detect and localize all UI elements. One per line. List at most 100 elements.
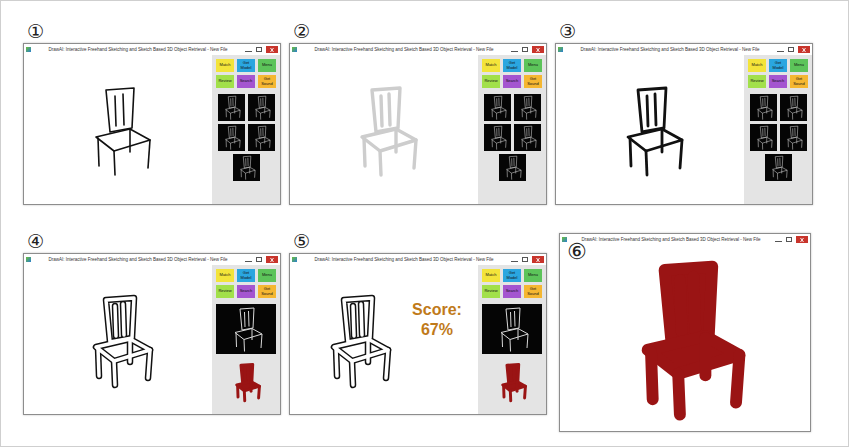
toolbar-button[interactable]: Get Model <box>503 269 521 282</box>
toolbar-button[interactable]: Get Sound <box>258 285 276 298</box>
thumbnail-grid <box>482 94 542 181</box>
sketch-canvas[interactable] <box>24 265 212 414</box>
app-icon <box>562 237 567 242</box>
toolbar-button[interactable]: Menu <box>790 59 808 72</box>
figure-panel: ②DrawAI: Interactive Freehand Sketching … <box>289 19 547 205</box>
minimize-icon[interactable] <box>775 237 782 242</box>
toolbar-button[interactable]: Search <box>237 75 255 88</box>
thumbnail[interactable] <box>484 124 511 151</box>
toolbar-button[interactable]: Review <box>748 75 766 88</box>
window-title: DrawAI: Interactive Freehand Sketching a… <box>565 47 775 52</box>
app-window: DrawAI: Interactive Freehand Sketching a… <box>289 253 547 415</box>
chair-edge-icon <box>248 94 275 121</box>
minimize-icon[interactable] <box>511 47 518 52</box>
toolbar-button[interactable]: Review <box>216 75 234 88</box>
toolbar-button[interactable]: Menu <box>258 59 276 72</box>
toolbar-button[interactable]: Get Model <box>237 59 255 72</box>
toolbar-button[interactable]: Match <box>482 269 500 282</box>
figure-panel: ④DrawAI: Interactive Freehand Sketching … <box>23 229 281 415</box>
thumbnail-grid <box>748 94 808 181</box>
close-x-icon <box>267 257 277 263</box>
app-icon <box>26 47 31 52</box>
toolbar-button[interactable]: Menu <box>524 269 542 282</box>
toolbar-button[interactable]: Match <box>482 59 500 72</box>
thumbnail[interactable] <box>484 94 511 121</box>
maximize-icon[interactable] <box>522 257 528 262</box>
panel-number: ⑥ <box>563 239 587 265</box>
score-label: Score: <box>412 300 462 319</box>
maximize-icon[interactable] <box>788 47 794 52</box>
match-thumbnail[interactable] <box>216 304 276 354</box>
minimize-icon[interactable] <box>511 257 518 262</box>
sketch-canvas[interactable] <box>290 55 478 204</box>
chair-model-icon[interactable] <box>225 358 267 406</box>
toolbar-button[interactable]: Review <box>482 285 500 298</box>
minimize-icon[interactable] <box>245 257 252 262</box>
toolbar-button[interactable]: Match <box>216 59 234 72</box>
thumbnail[interactable] <box>514 94 541 121</box>
maximize-icon[interactable] <box>522 47 528 52</box>
chair-model-icon <box>600 253 770 423</box>
toolbar-button[interactable]: Match <box>748 59 766 72</box>
thumbnail[interactable] <box>233 154 260 181</box>
thumbnail[interactable] <box>218 94 245 121</box>
thumbnail[interactable] <box>499 154 526 181</box>
thumbnail[interactable] <box>750 124 777 151</box>
toolbar-button[interactable]: Menu <box>258 269 276 282</box>
toolbar-button[interactable]: Get Sound <box>258 75 276 88</box>
chair-sketch-icon <box>68 290 168 390</box>
thumbnail[interactable] <box>514 124 541 151</box>
chair-edge-icon <box>765 154 792 181</box>
thumbnail[interactable] <box>750 94 777 121</box>
maximize-icon[interactable] <box>256 47 262 52</box>
close-icon[interactable] <box>532 46 544 53</box>
chair-edge-icon <box>514 94 541 121</box>
toolbar-button[interactable]: Get Sound <box>790 75 808 88</box>
sketch-canvas[interactable]: Score:67% <box>290 265 478 414</box>
close-icon[interactable] <box>266 256 278 263</box>
sidebar: MatchGet ModelMenu ReviewSearchGet Sound <box>478 55 546 204</box>
toolbar-button[interactable]: Search <box>237 285 255 298</box>
match-thumbnail[interactable] <box>482 304 542 354</box>
sketch-canvas[interactable] <box>24 55 212 204</box>
model-viewer[interactable] <box>560 245 810 431</box>
close-x-icon <box>533 47 543 53</box>
toolbar-button[interactable]: Menu <box>524 59 542 72</box>
toolbar-button[interactable]: Search <box>503 75 521 88</box>
toolbar-button[interactable]: Search <box>503 285 521 298</box>
close-icon[interactable] <box>532 256 544 263</box>
toolbar-button[interactable]: Get Sound <box>524 75 542 88</box>
toolbar-button[interactable]: Get Model <box>503 59 521 72</box>
minimize-icon[interactable] <box>245 47 252 52</box>
toolbar-button[interactable]: Get Sound <box>524 285 542 298</box>
maximize-icon[interactable] <box>786 237 792 242</box>
thumbnail[interactable] <box>218 124 245 151</box>
close-icon[interactable] <box>266 46 278 53</box>
toolbar-button[interactable]: Search <box>769 75 787 88</box>
maximize-icon[interactable] <box>256 257 262 262</box>
button-grid: MatchGet ModelMenu ReviewSearchGet Sound <box>482 59 542 88</box>
thumbnail[interactable] <box>248 124 275 151</box>
close-icon[interactable] <box>798 46 810 53</box>
toolbar-button[interactable]: Get Model <box>769 59 787 72</box>
close-icon[interactable] <box>796 236 808 243</box>
thumbnail[interactable] <box>780 94 807 121</box>
toolbar-button[interactable]: Match <box>216 269 234 282</box>
toolbar-button[interactable]: Review <box>216 285 234 298</box>
sketch-canvas[interactable] <box>556 55 744 204</box>
toolbar-button[interactable]: Get Model <box>237 269 255 282</box>
toolbar-button[interactable]: Review <box>482 75 500 88</box>
close-x-icon <box>267 47 277 53</box>
window-body: MatchGet ModelMenu ReviewSearchGet Sound <box>290 55 546 204</box>
minimize-icon[interactable] <box>777 47 784 52</box>
thumbnail-grid <box>216 94 276 181</box>
thumbnail[interactable] <box>765 154 792 181</box>
chair-model-icon[interactable] <box>491 358 533 406</box>
thumbnail[interactable] <box>780 124 807 151</box>
panel-number: ① <box>23 19 281 43</box>
close-x-icon <box>797 237 807 243</box>
figure-panel: ⑥DrawAI: Interactive Freehand Sketching … <box>555 229 813 432</box>
window-title: DrawAI: Interactive Freehand Sketching a… <box>33 257 243 262</box>
thumbnail[interactable] <box>248 94 275 121</box>
sidebar: MatchGet ModelMenu ReviewSearchGet Sound <box>212 55 280 204</box>
